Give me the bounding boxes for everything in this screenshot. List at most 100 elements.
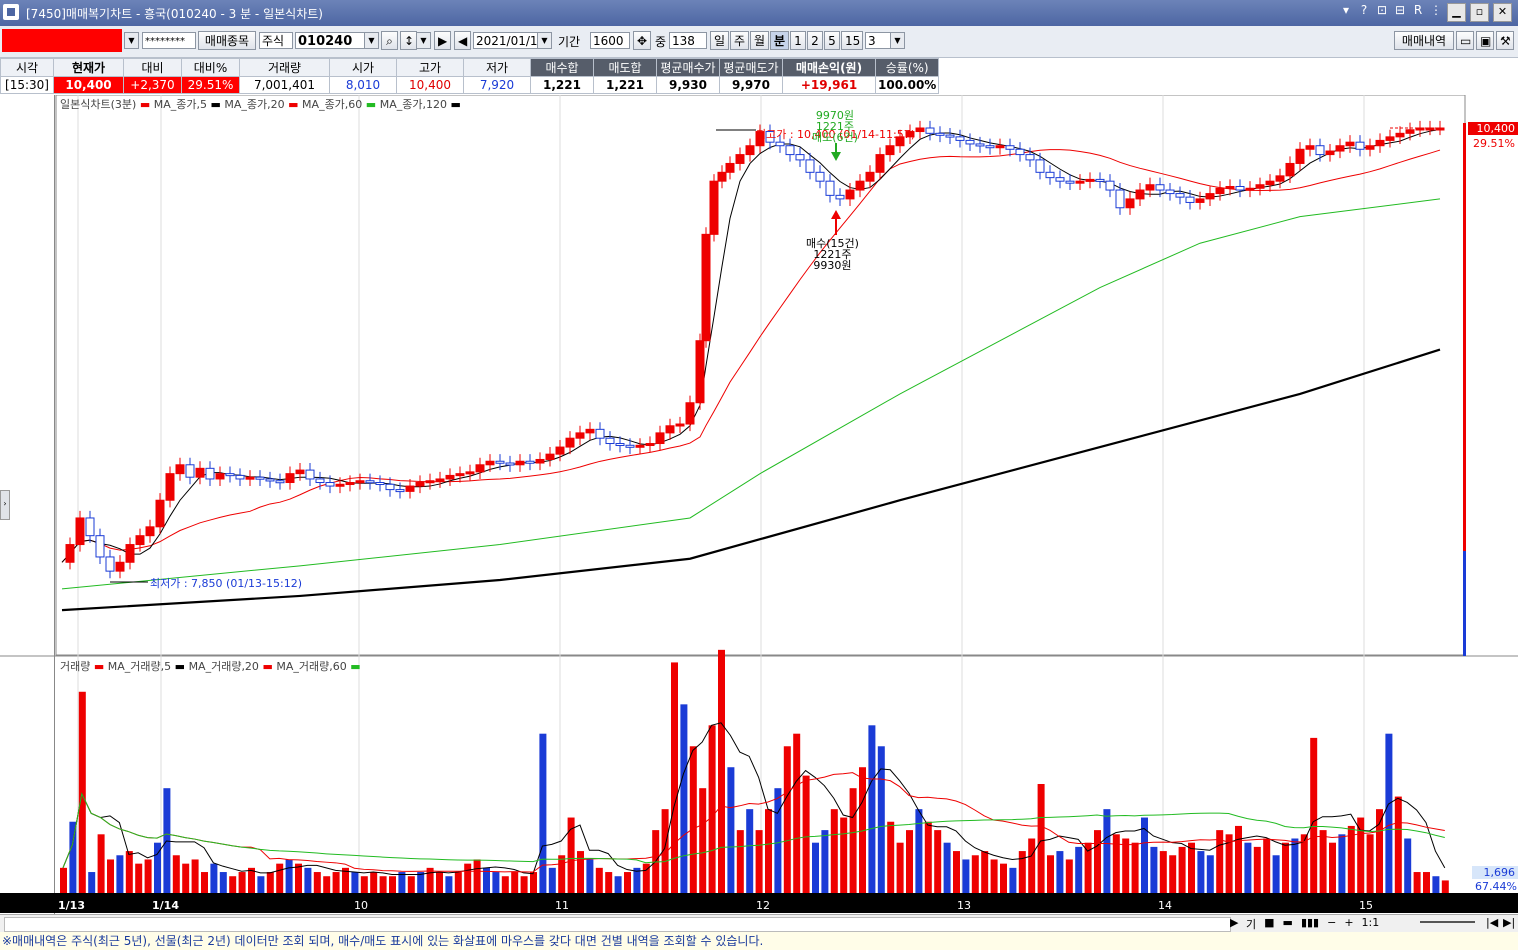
close-button[interactable]: ✕ (1493, 3, 1512, 22)
date-input[interactable]: 2021/01/14 (473, 32, 545, 49)
candle-body (545, 453, 555, 460)
candle-body (965, 139, 975, 145)
more-icon[interactable]: ⋮ (1429, 3, 1443, 22)
volume-bar (727, 767, 735, 893)
volume-bar (1366, 834, 1374, 893)
date-dropdown[interactable]: ▼ (537, 32, 552, 49)
minute-1-button[interactable]: 1 (790, 31, 806, 50)
maximize-button[interactable]: ▫ (1470, 3, 1489, 22)
volume-bar (182, 863, 190, 893)
trade-history-button[interactable]: 매매내역 (1394, 31, 1454, 50)
last-page-icon[interactable]: ▶| (1503, 916, 1515, 929)
candle-body (1395, 132, 1405, 138)
market-select[interactable]: 주식 (259, 32, 293, 49)
volume-bar (210, 863, 218, 893)
candle-body (575, 432, 585, 439)
screenshot-icon[interactable]: ⊡ (1375, 3, 1389, 22)
candle-body (75, 517, 85, 546)
code-dropdown[interactable]: ▼ (364, 32, 379, 49)
candle-body (205, 467, 215, 480)
volume-bar (953, 851, 960, 893)
value-pnl: +19,961 (782, 76, 876, 94)
search-icon[interactable]: ⌕ (381, 31, 398, 50)
candle-body (1035, 159, 1045, 173)
minute-2-button[interactable]: 2 (807, 31, 823, 50)
value-time: [15:30] (0, 76, 54, 94)
candle-body (1085, 178, 1095, 182)
save-icon[interactable]: ▣ (1476, 31, 1494, 50)
volume-bar (1413, 872, 1421, 893)
cycle-week-button[interactable]: 주 (730, 31, 749, 50)
zoom-out-button[interactable]: − (1327, 916, 1336, 932)
candle-body (165, 473, 175, 501)
volume-bar (172, 855, 180, 893)
layout-icon[interactable]: ⊟ (1393, 3, 1407, 22)
candle-body (865, 171, 875, 182)
candle-body (485, 460, 495, 466)
play-icon[interactable]: ▶ (434, 31, 451, 50)
minute-5-button[interactable]: 5 (824, 31, 840, 50)
stock-code-input[interactable]: 010240 (295, 32, 365, 49)
candle-body (615, 443, 625, 447)
columns-icon[interactable]: ▮▮▮ (1301, 916, 1319, 932)
volume-bar (426, 867, 434, 893)
volume-bar (1282, 842, 1289, 893)
volume-bar (1065, 859, 1073, 893)
scroll-right-icon[interactable]: ▶ (1230, 916, 1238, 929)
volume-bar (389, 876, 396, 893)
minute-select[interactable]: 3 (865, 32, 891, 49)
open-folder-icon[interactable]: ▭ (1456, 31, 1474, 50)
volume-tag: 1,696 (1472, 866, 1518, 879)
candle-body (1045, 171, 1055, 179)
volume-bar (351, 872, 359, 893)
prev-icon[interactable]: ◀ (454, 31, 471, 50)
base-button[interactable]: 기 (1246, 916, 1256, 932)
first-page-icon[interactable]: |◀ (1486, 916, 1498, 929)
candle-body (955, 136, 965, 141)
stop-icon[interactable]: ■ (1264, 916, 1274, 932)
help-icon[interactable]: ? (1357, 3, 1371, 22)
legend-ma20: MA_종가,20 (224, 98, 285, 111)
cycle-day-button[interactable]: 일 (710, 31, 729, 50)
password-field[interactable]: ******** (142, 32, 196, 49)
period-input[interactable]: 1600 (590, 32, 630, 49)
minute-15-button[interactable]: 15 (841, 31, 863, 50)
volume-bar (332, 872, 340, 893)
crosshair-icon[interactable]: ✥ (633, 31, 651, 50)
account-dropdown[interactable]: ▼ (124, 32, 139, 49)
chart-scrollbar[interactable]: ▶ 기 ■ ▬ ▮▮▮ − + 1:1 |◀ ▶| (0, 914, 1518, 933)
sort-icon[interactable]: ↕ (400, 31, 417, 50)
candle-body (1105, 180, 1115, 191)
volume-bar (69, 821, 77, 893)
candle-body (1385, 136, 1395, 141)
volume-bar (1028, 838, 1036, 893)
volume-bar (285, 859, 293, 893)
cycle-month-button[interactable]: 월 (750, 31, 769, 50)
candle-body (1295, 148, 1305, 164)
cycle-minute-button[interactable]: 분 (770, 31, 789, 50)
menu-icon[interactable]: ▾ (1339, 3, 1353, 22)
settings-wrench-icon[interactable]: ⚒ (1496, 31, 1514, 50)
zoom-slider[interactable] (1420, 921, 1475, 923)
select-stock-button[interactable]: 매매종목 (198, 31, 256, 50)
candle-body (785, 145, 795, 156)
candle-body (745, 145, 755, 156)
minimize-button[interactable]: ▁ (1447, 3, 1466, 22)
volume-bar (840, 817, 848, 893)
candle-body (415, 482, 425, 487)
account-select[interactable] (2, 29, 122, 52)
minute-dropdown[interactable]: ▼ (890, 32, 905, 49)
middle-input[interactable]: 138 (669, 32, 707, 49)
sort-dropdown[interactable]: ▼ (416, 32, 431, 49)
candle-body (925, 127, 935, 134)
x-label-15: 15 (1359, 899, 1373, 912)
header-change-pct: 대비% (181, 58, 240, 77)
refresh-r-icon[interactable]: R (1411, 3, 1425, 22)
candle-body (185, 464, 195, 478)
volume-bar (699, 788, 707, 893)
zoom-in-button[interactable]: + (1344, 916, 1353, 932)
bar-icon[interactable]: ▬ (1283, 916, 1293, 932)
candlestick-chart[interactable] (0, 95, 1518, 915)
scroll-track[interactable] (4, 917, 1231, 932)
zoom-reset-button[interactable]: 1:1 (1362, 916, 1380, 932)
